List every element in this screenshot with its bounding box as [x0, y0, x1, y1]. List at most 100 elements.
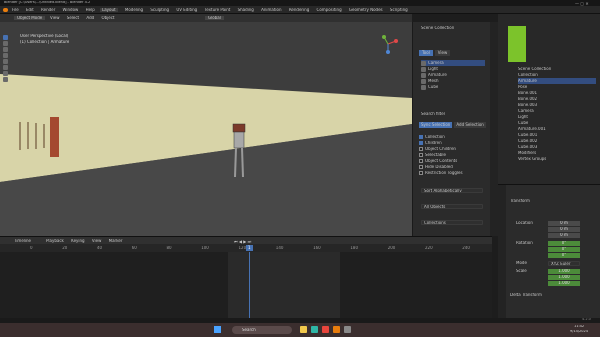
windows-start-icon[interactable]: [214, 326, 221, 333]
timeline-menu-keying[interactable]: Keying: [71, 239, 84, 243]
tab-shading[interactable]: Shading: [238, 8, 254, 12]
menu-render[interactable]: Render: [41, 8, 55, 12]
viewport-menu-view[interactable]: View: [50, 16, 60, 20]
sidebar-header: Scene Collection: [421, 26, 455, 30]
tab-geometry-nodes[interactable]: Geometry Nodes: [349, 8, 383, 12]
list-item[interactable]: Vertex Groups: [518, 156, 596, 162]
tab-animation[interactable]: Animation: [261, 8, 281, 12]
tab-uv-editing[interactable]: UV Editing: [176, 8, 197, 12]
tool-measure-icon[interactable]: [3, 76, 12, 82]
sync-selection-button[interactable]: Sync Selection: [419, 122, 453, 128]
armature-icon: [421, 72, 426, 78]
checkbox[interactable]: [419, 171, 423, 175]
checkbox[interactable]: [419, 141, 423, 145]
section-search-filter[interactable]: Search filter: [421, 112, 445, 116]
filter-buttons: Sync Selection Add Selection: [419, 122, 486, 128]
workspace-tabs: Layout Modeling Sculpting UV Editing Tex…: [100, 8, 414, 12]
brick-pillar: [50, 117, 59, 157]
filter-options: Collection Children Object Children Sele…: [419, 134, 487, 176]
active-color-swatch: [508, 26, 526, 62]
collections-dropdown[interactable]: Collections: [421, 220, 483, 225]
cube-icon: [421, 84, 426, 90]
taskbar-apps: [300, 326, 351, 333]
scale-z-field[interactable]: 1.000: [548, 281, 580, 286]
rotation-mode-select[interactable]: XYZ Euler: [548, 261, 580, 266]
window-title: Blender [C:\Users\...\Untitled.blend] - …: [4, 1, 91, 4]
main-menu: File Edit Render Window Help: [12, 8, 101, 12]
tab-modeling[interactable]: Modeling: [125, 8, 143, 12]
transform-orientation[interactable]: Global: [205, 16, 224, 20]
tab-compositing[interactable]: Compositing: [317, 8, 342, 12]
timeline-menu-marker[interactable]: Marker: [109, 239, 123, 243]
delta-transform-header[interactable]: Delta Transform: [510, 293, 542, 297]
rotation-z-field[interactable]: 0°: [548, 253, 580, 258]
scale-label: Scale: [516, 269, 527, 273]
location-x-field[interactable]: 0 m: [548, 221, 580, 226]
viewport-menu-add[interactable]: Add: [86, 16, 94, 20]
properties-tab-strip[interactable]: [498, 185, 506, 319]
viewport-menu-object[interactable]: Object: [101, 16, 114, 20]
mode-select[interactable]: Object Mode: [14, 16, 46, 20]
list-item[interactable]: Cube: [421, 84, 485, 90]
tab-tool[interactable]: Tool: [419, 50, 433, 56]
rotation-x-field[interactable]: 0°: [548, 241, 580, 246]
option-row[interactable]: Restriction Toggles: [419, 170, 487, 176]
menu-edit[interactable]: Edit: [26, 8, 34, 12]
viewport-menu-select[interactable]: Select: [67, 16, 79, 20]
settings-icon[interactable]: [344, 326, 351, 333]
checkbox[interactable]: [419, 147, 423, 151]
sort-dropdown[interactable]: Sort Alphabetically: [421, 188, 483, 193]
tab-layout[interactable]: Layout: [100, 8, 118, 12]
sidebar-tabs: Tool View: [419, 50, 451, 56]
timeline-menu-view[interactable]: View: [92, 239, 102, 243]
menu-bar: File Edit Render Window Help Layout Mode…: [0, 6, 600, 14]
timeline-ticks: 0 20 40 60 80 100 120 140 160 180 200 220 240: [30, 246, 470, 250]
mesh-icon: [421, 78, 426, 84]
timeline-editor-type[interactable]: Timeline: [14, 239, 31, 243]
timeline-area[interactable]: [0, 252, 492, 318]
version-label: 4.2.0: [582, 318, 591, 321]
object-filter-dropdown[interactable]: All Objects: [421, 204, 483, 209]
playhead-line[interactable]: [249, 252, 250, 318]
taskbar-search[interactable]: Search: [232, 326, 292, 334]
navigation-gizmo-icon[interactable]: [378, 34, 398, 54]
tool-shelf: [3, 34, 12, 144]
blender-logo-icon[interactable]: [3, 8, 8, 12]
file-explorer-icon[interactable]: [300, 326, 307, 333]
rotation-y-field[interactable]: 0°: [548, 247, 580, 252]
add-selection-button[interactable]: Add Selection: [454, 122, 486, 128]
timeline-ruler[interactable]: 1 0 20 40 60 80 100 120 140 160 180 200 220 240: [0, 244, 492, 252]
scale-y-field[interactable]: 1.000: [548, 275, 580, 280]
checkbox[interactable]: [419, 165, 423, 169]
tab-scripting[interactable]: Scripting: [390, 8, 408, 12]
checkbox[interactable]: [419, 159, 423, 163]
chrome-icon[interactable]: [322, 326, 329, 333]
location-z-field[interactable]: 0 m: [548, 233, 580, 238]
taskbar-search-input[interactable]: Search: [242, 328, 256, 332]
taskbar-time: 11:42: [574, 325, 585, 328]
scale-x-field[interactable]: 1.000: [548, 269, 580, 274]
outliner-list: Scene Collection Collection Armature Pos…: [518, 66, 596, 162]
taskbar-date: 9/14/2024: [570, 330, 588, 333]
taskbar: Search 11:42 9/14/2024: [0, 323, 600, 337]
viewport-menus: View Select Add Object: [50, 16, 120, 20]
blender-taskbar-icon[interactable]: [333, 326, 340, 333]
tab-sculpting[interactable]: Sculpting: [150, 8, 169, 12]
menu-window[interactable]: Window: [63, 8, 79, 12]
sidebar-items: Camera Light Armature Mesh Cube: [421, 60, 485, 90]
mode-label: Mode: [516, 261, 527, 265]
checkbox[interactable]: [419, 153, 423, 157]
menu-file[interactable]: File: [12, 8, 19, 12]
checkbox[interactable]: [419, 135, 423, 139]
location-y-field[interactable]: 0 m: [548, 227, 580, 232]
tab-view[interactable]: View: [434, 50, 451, 56]
sidebar-tab-strip[interactable]: [490, 22, 498, 236]
timeline-menus: Playback Keying View Marker: [46, 239, 128, 243]
3d-viewport[interactable]: User Perspective (Local) (1) Collection …: [0, 22, 412, 236]
tab-rendering[interactable]: Rendering: [289, 8, 309, 12]
timeline-menu-playback[interactable]: Playback: [46, 239, 64, 243]
tab-texture-paint[interactable]: Texture Paint: [205, 8, 231, 12]
edge-icon[interactable]: [311, 326, 318, 333]
menu-help[interactable]: Help: [86, 8, 95, 12]
transform-header[interactable]: Transform: [510, 199, 530, 203]
